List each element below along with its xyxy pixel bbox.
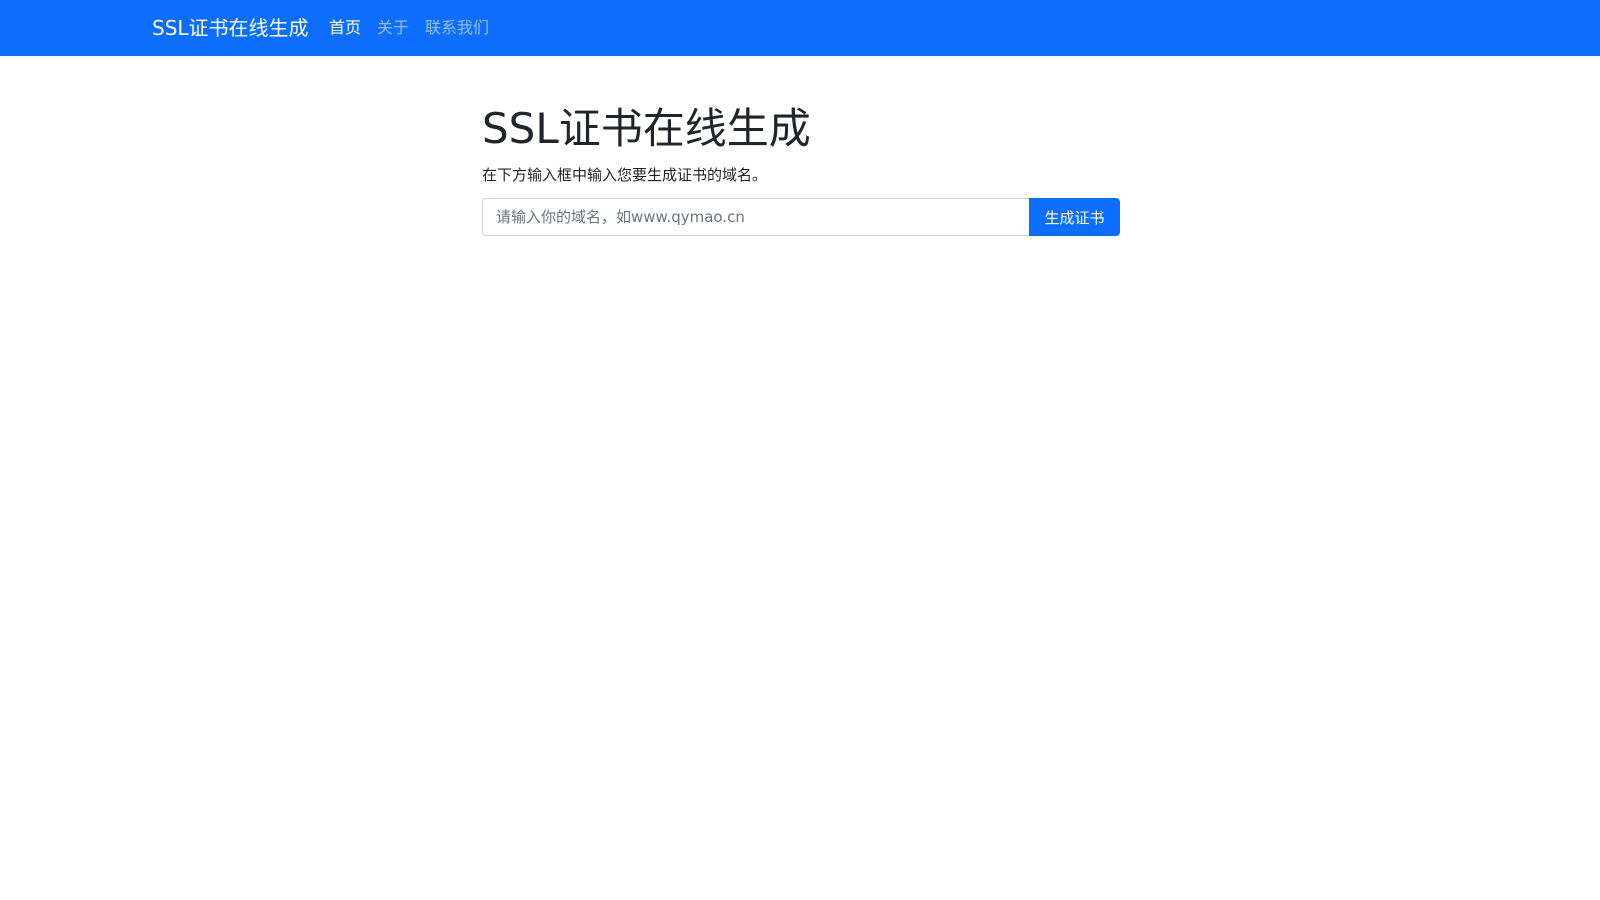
- top-navbar: SSL证书在线生成 首页 关于 联系我们: [0, 0, 1600, 56]
- nav-item-about: 关于: [377, 16, 409, 40]
- domain-input-group: 生成证书: [482, 198, 1120, 236]
- domain-input[interactable]: [482, 198, 1029, 236]
- nav-item-contact: 联系我们: [425, 16, 489, 40]
- nav-link-home[interactable]: 首页: [329, 18, 361, 37]
- nav-link-about[interactable]: 关于: [377, 18, 409, 37]
- page-title: SSL证书在线生成: [482, 104, 811, 153]
- page-subtitle: 在下方输入框中输入您要生成证书的域名。: [482, 166, 768, 184]
- nav-link-contact[interactable]: 联系我们: [425, 18, 489, 37]
- generate-certificate-button[interactable]: 生成证书: [1029, 198, 1120, 236]
- navbar-menu: 首页 关于 联系我们: [329, 16, 489, 40]
- navbar-brand[interactable]: SSL证书在线生成: [152, 13, 309, 43]
- main-content: SSL证书在线生成 在下方输入框中输入您要生成证书的域名。 生成证书: [482, 102, 1120, 236]
- nav-item-home: 首页: [329, 16, 361, 40]
